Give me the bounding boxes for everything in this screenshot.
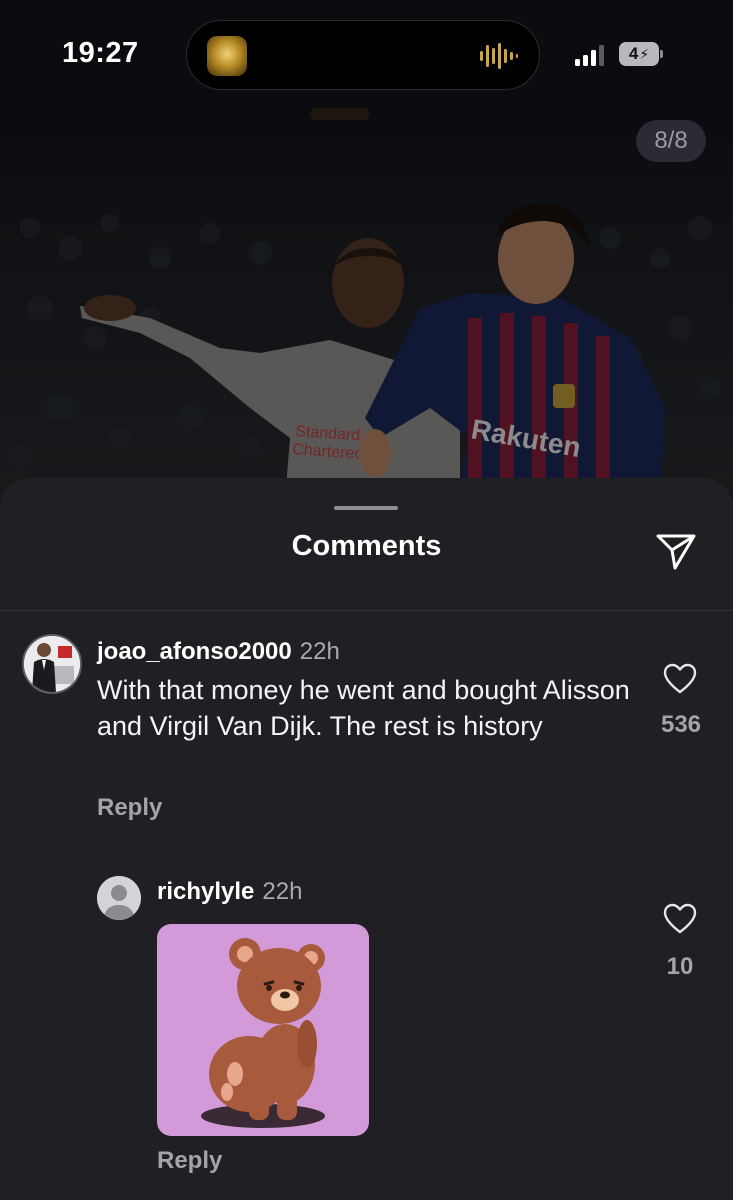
- avatar[interactable]: [97, 876, 141, 920]
- battery-level: 4 ⚡: [619, 42, 659, 66]
- username-text[interactable]: richylyle: [157, 878, 254, 905]
- reply-button[interactable]: Reply: [97, 794, 162, 822]
- bear-icon: [201, 938, 325, 1128]
- paper-plane-icon[interactable]: [655, 530, 697, 572]
- status-bar: 19:27 4 ⚡: [0, 0, 733, 108]
- comment-text: With that money he went and bought Aliss…: [97, 675, 630, 741]
- heart-icon[interactable]: [663, 663, 697, 695]
- football-photo-image: Standard Chartered Rakuten: [0, 108, 733, 500]
- battery-icon: 4 ⚡: [619, 42, 663, 66]
- avatar[interactable]: [22, 634, 82, 694]
- post-photo[interactable]: Standard Chartered Rakuten 8/8: [0, 108, 733, 500]
- signal-icon: [575, 45, 604, 66]
- status-time: 19:27: [62, 37, 139, 69]
- comments-sheet: Comments joao_afonso2000 22h With that mo…: [0, 478, 733, 1200]
- dynamic-island[interactable]: [186, 20, 540, 90]
- bear-sticker-image[interactable]: [157, 924, 369, 1136]
- divider: [0, 610, 733, 611]
- sheet-title: Comments: [291, 530, 442, 562]
- default-avatar-icon: [97, 876, 141, 920]
- comment-username[interactable]: joao_afonso2000 22h: [97, 638, 340, 666]
- sheet-grabber[interactable]: [334, 506, 398, 510]
- comment-username[interactable]: richylyle 22h: [157, 878, 302, 906]
- reply-button[interactable]: Reply: [157, 1147, 222, 1175]
- like-count: 10: [666, 953, 694, 980]
- like-count: 536: [660, 711, 702, 738]
- avatar-image: [24, 636, 80, 692]
- heart-icon[interactable]: [663, 903, 697, 935]
- comment-time: 22h: [299, 638, 340, 665]
- app-activity-icon: [207, 36, 247, 76]
- audio-wave-icon: [480, 43, 518, 69]
- comment-time: 22h: [262, 878, 303, 905]
- username-text[interactable]: joao_afonso2000: [97, 638, 292, 665]
- page-counter: 8/8: [636, 120, 706, 162]
